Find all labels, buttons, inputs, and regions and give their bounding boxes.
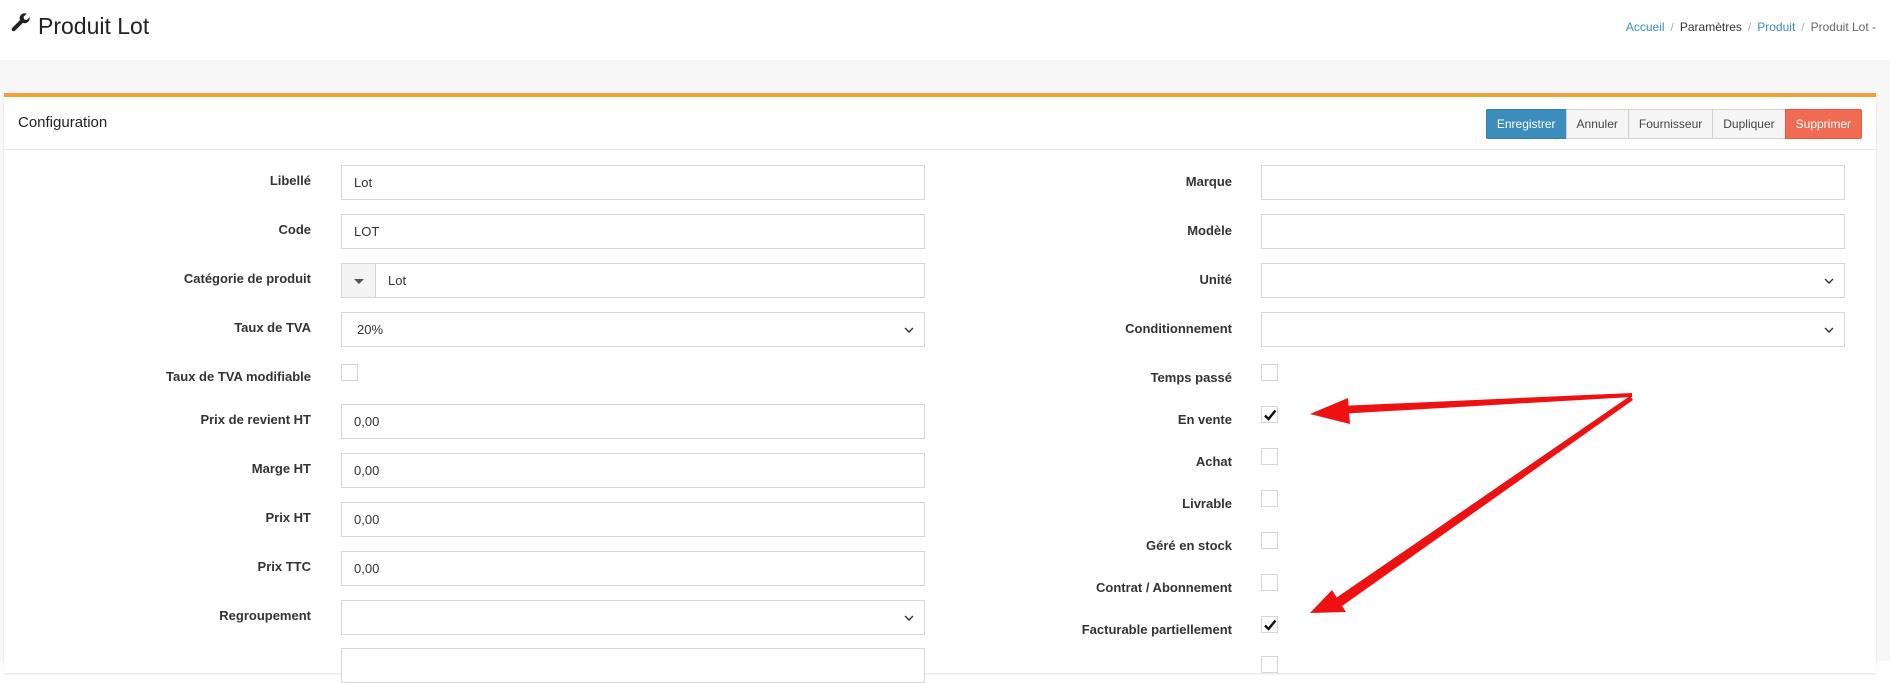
page-title: Produit Lot — [10, 12, 149, 40]
regroupement-label: Regroupement — [219, 608, 311, 623]
wrench-icon — [10, 12, 32, 40]
chevron-down-icon — [904, 327, 914, 333]
marque-label: Marque — [1185, 174, 1232, 189]
libelle-label: Libellé — [269, 173, 311, 188]
top-bar: Produit Lot Accueil / Paramètres / Produ… — [0, 0, 1890, 60]
unite-label: Unité — [1199, 272, 1233, 287]
en-vente-checkbox[interactable] — [1261, 406, 1278, 423]
marque-input[interactable] — [1261, 165, 1845, 200]
modele-input[interactable] — [1261, 214, 1845, 249]
box-title: Configuration — [18, 114, 108, 131]
chevron-down-icon — [1824, 278, 1834, 284]
contrat-label: Contrat / Abonnement — [1095, 580, 1232, 595]
breadcrumb-params: Paramètres — [1679, 20, 1742, 34]
unite-select[interactable] — [1261, 263, 1845, 298]
facturable-label: Facturable partiellement — [1081, 622, 1232, 637]
prix-ht-input[interactable]: 0,00 — [341, 502, 925, 537]
libelle-input[interactable]: Lot — [341, 165, 925, 200]
page-title-text: Produit Lot — [38, 12, 150, 39]
regroupement-select[interactable] — [341, 600, 925, 635]
achat-checkbox[interactable] — [1261, 448, 1278, 465]
contrat-checkbox[interactable] — [1261, 574, 1278, 591]
breadcrumb-separator: / — [1670, 20, 1674, 34]
categorie-dropdown-toggle[interactable] — [342, 264, 376, 297]
breadcrumb-separator: / — [1747, 20, 1752, 34]
cancel-button[interactable]: Annuler — [1565, 109, 1629, 139]
categorie-value: Lot — [388, 273, 407, 288]
next-checkbox[interactable] — [1261, 656, 1278, 673]
temps-passe-label: Temps passé — [1150, 370, 1232, 385]
prix-revient-label: Prix de revient HT — [200, 412, 311, 427]
duplicate-button[interactable]: Dupliquer — [1712, 109, 1786, 139]
tva-value: 20% — [357, 322, 384, 337]
modele-label: Modèle — [1187, 223, 1232, 238]
check-icon — [1264, 619, 1277, 631]
save-button[interactable]: Enregistrer — [1485, 109, 1567, 139]
next-field-input[interactable] — [341, 648, 925, 683]
gere-stock-label: Géré en stock — [1146, 538, 1232, 553]
chevron-down-icon — [904, 615, 914, 621]
delete-button[interactable]: Supprimer — [1784, 109, 1862, 139]
breadcrumb-product[interactable]: Produit — [1757, 20, 1795, 34]
breadcrumb-home[interactable]: Accueil — [1626, 20, 1665, 34]
supplier-button[interactable]: Fournisseur — [1627, 109, 1714, 139]
achat-label: Achat — [1195, 454, 1232, 469]
gere-stock-checkbox[interactable] — [1261, 532, 1278, 549]
prix-ht-label: Prix HT — [265, 510, 311, 525]
conditionnement-select[interactable] — [1261, 312, 1845, 347]
marge-input[interactable]: 0,00 — [341, 453, 925, 488]
prix-revient-input[interactable]: 0,00 — [341, 404, 925, 439]
conditionnement-label: Conditionnement — [1125, 321, 1232, 336]
prix-ttc-label: Prix TTC — [257, 559, 311, 574]
livrable-label: Livrable — [1182, 496, 1232, 511]
en-vente-label: En vente — [1177, 412, 1232, 427]
tva-modifiable-label: Taux de TVA modifiable — [166, 369, 311, 384]
check-icon — [1264, 409, 1277, 421]
breadcrumb-current: Produit Lot - — [1810, 20, 1876, 34]
action-buttons: Enregistrer Annuler Fournisseur Duplique… — [1485, 109, 1862, 139]
box-header: Configuration Enregistrer Annuler Fourni… — [4, 97, 1876, 150]
chevron-down-icon — [1824, 327, 1834, 333]
caret-down-icon — [354, 279, 364, 284]
categorie-input[interactable]: Lot — [341, 263, 925, 298]
livrable-checkbox[interactable] — [1261, 490, 1278, 507]
code-label: Code — [278, 222, 312, 237]
categorie-label: Catégorie de produit — [183, 271, 311, 286]
tva-select[interactable]: 20% — [341, 312, 925, 347]
prix-ttc-input[interactable]: 0,00 — [341, 551, 925, 586]
breadcrumb-separator: / — [1801, 20, 1805, 34]
marge-label: Marge HT — [251, 461, 311, 476]
breadcrumb: Accueil / Paramètres / Produit / Produit… — [1626, 20, 1876, 34]
tva-label: Taux de TVA — [234, 320, 311, 335]
temps-passe-checkbox[interactable] — [1261, 364, 1278, 381]
code-input[interactable]: LOT — [341, 214, 925, 249]
facturable-checkbox[interactable] — [1261, 616, 1278, 633]
tva-modifiable-checkbox[interactable] — [341, 364, 358, 381]
